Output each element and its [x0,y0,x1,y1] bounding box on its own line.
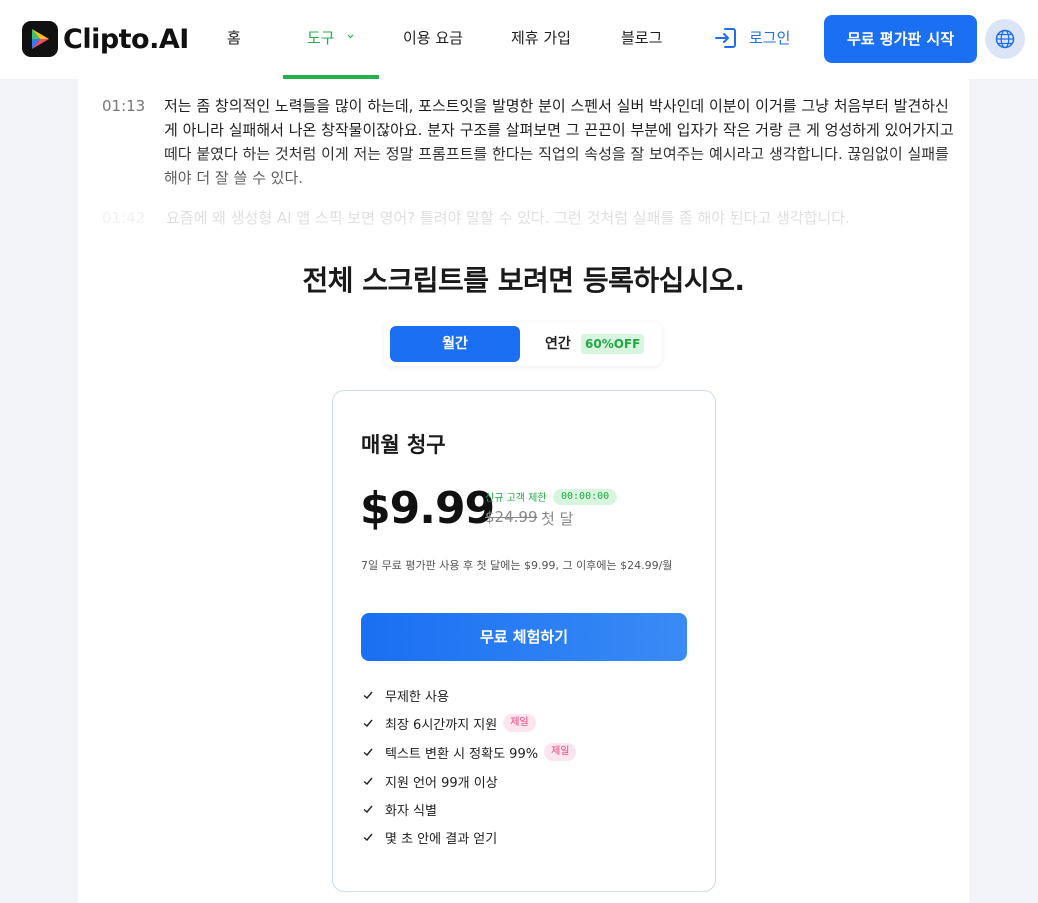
feature-item: 텍스트 변환 시 정확도 99% 제일 [361,742,577,762]
clipto-logo-icon [22,21,58,57]
check-icon [363,833,373,841]
transcript-timestamp[interactable]: 01:13 [102,97,145,115]
start-free-trial-button[interactable]: 무료 평가판 시작 [824,15,977,63]
transcript-text: 저는 좀 창의적인 노력들을 많이 하는데, 포스트잇을 발명한 분이 스펜서 … [164,97,954,187]
check-icon [363,691,373,699]
feature-item: 최장 6시간까지 지원 제일 [361,713,536,733]
nav-home[interactable]: 홈 [227,28,241,48]
feature-label: 텍스트 변환 시 정확도 99% [385,746,539,762]
feature-item: 몇 초 안에 결과 얻기 [361,827,497,847]
login-label: 로그인 [749,29,791,47]
original-price-suffix: 첫 달 [541,510,574,528]
free-trial-button[interactable]: 무료 체험하기 [361,613,687,661]
plan-price: $9.99 [360,483,495,534]
feature-label: 화자 식별 [385,803,437,819]
feature-label: 최장 6시간까지 지원 [385,717,498,733]
logo-text: Clipto.AI [63,23,189,55]
feature-label: 지원 언어 99개 이상 [385,775,498,791]
nav-pricing[interactable]: 이용 요금 [403,28,463,48]
signup-prompt-heading: 전체 스크립트를 보려면 등록하십시오. [302,264,745,297]
check-icon [363,805,373,813]
globe-icon [995,29,1015,49]
promo-label: 신규 고객 제한 [485,493,547,504]
billing-note: 7일 무료 평가판 사용 후 첫 달에는 $9.99, 그 이후에는 $24.9… [361,559,673,572]
login-arrow-icon [715,28,736,48]
login-link[interactable]: 로그인 [713,26,790,50]
check-icon [363,748,373,756]
tab-yearly[interactable]: 연간 [545,334,571,354]
transcript-text: 요즘에 왜 생성형 AI 앱 스픽 보면 영어? 틀려야 말할 수 있다. 그런… [166,209,850,227]
transcript-timestamp[interactable]: 01:42 [102,209,145,227]
content-panel: 01:13 저는 좀 창의적인 노력들을 많이 하는데, 포스트잇을 발명한 분… [78,79,969,903]
plan-title: 매월 청구 [361,433,446,457]
check-icon [363,777,373,785]
feature-label: 몇 초 안에 결과 얻기 [385,831,498,847]
chevron-down-icon[interactable] [346,32,355,41]
nav-active-underline [283,75,379,79]
promo-countdown-timer: 00:00:00 [553,489,618,505]
best-badge: 제일 [503,714,536,732]
check-icon [363,719,373,727]
nav-affiliate[interactable]: 제휴 가입 [511,28,571,48]
nav-blog[interactable]: 블로그 [621,28,662,48]
top-nav-bar: Clipto.AI 홈 도구 이용 요금 제휴 가입 블로그 로그인 무료 평가… [0,0,1038,79]
feature-item: 무제한 사용 [361,685,449,705]
original-price: $24.99 [485,508,538,526]
language-button[interactable] [985,19,1025,59]
feature-label: 무제한 사용 [385,689,449,705]
billing-period-toggle: 월간 연간 60%OFF [384,322,662,366]
best-badge: 제일 [544,743,577,761]
pricing-card: 매월 청구 $9.99 신규 고객 제한 00:00:00 $24.99 첫 달… [332,390,716,892]
tab-monthly[interactable]: 월간 [390,326,520,362]
feature-item: 지원 언어 99개 이상 [361,771,498,791]
logo-link[interactable]: Clipto.AI [22,21,189,57]
feature-item: 화자 식별 [361,799,437,819]
discount-badge: 60%OFF [581,334,645,354]
nav-tools[interactable]: 도구 [307,28,335,48]
